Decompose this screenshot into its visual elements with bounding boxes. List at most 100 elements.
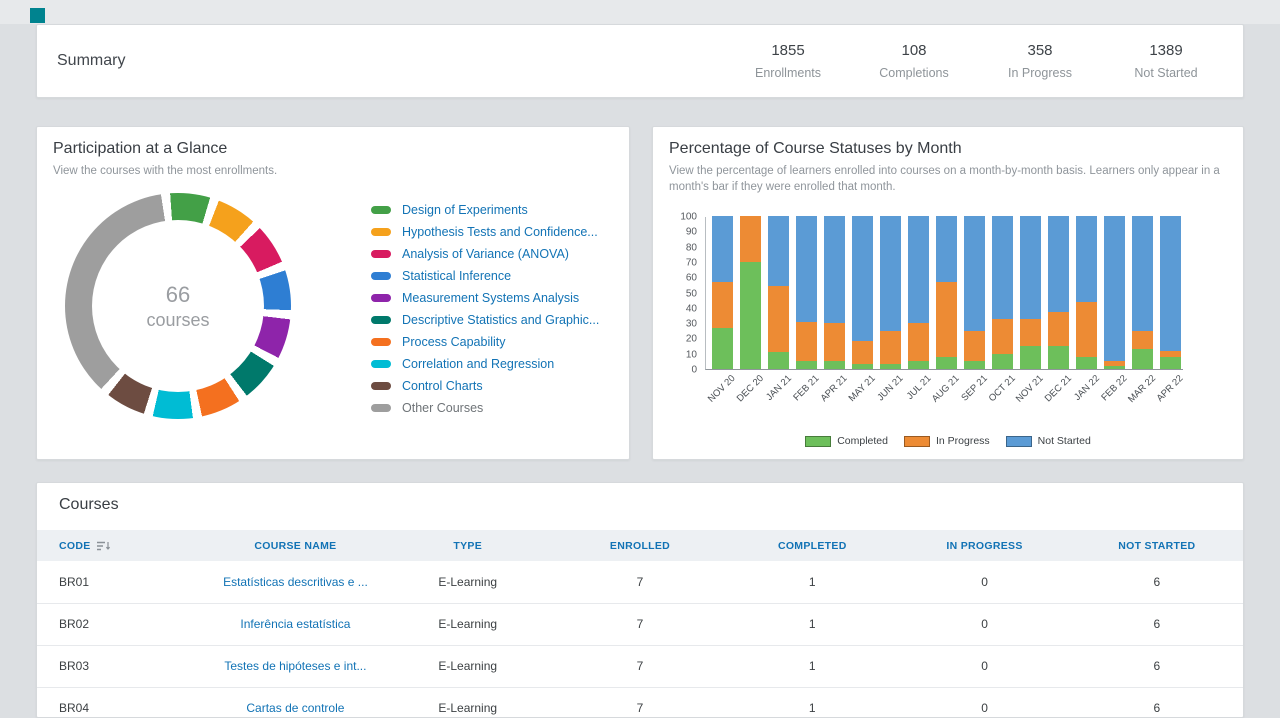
x-axis-label: APR 22	[1155, 373, 1186, 404]
app-logo[interactable]	[30, 8, 45, 23]
x-axis-label: JUL 21	[905, 373, 934, 402]
bar-may-21[interactable]: MAY 21	[852, 216, 873, 369]
courses-card: Courses CODECOURSE NAMETYPEENROLLEDCOMPL…	[36, 482, 1244, 718]
bar-segment-not-started	[768, 216, 789, 286]
course-in-progress: 0	[898, 645, 1070, 687]
legend-label: Process Capability	[402, 335, 506, 349]
donut-legend-item[interactable]: Descriptive Statistics and Graphic...	[371, 313, 599, 327]
course-name-link[interactable]: Estatísticas descritivas e ...	[209, 561, 381, 603]
column-header-in-progress[interactable]: IN PROGRESS	[898, 530, 1070, 561]
legend-label: Completed	[837, 435, 888, 447]
bar-segment-not-started	[1020, 216, 1041, 319]
legend-label: Control Charts	[402, 379, 483, 393]
bar-segment-in-progress	[1020, 319, 1041, 347]
column-header-completed[interactable]: COMPLETED	[726, 530, 898, 561]
bar-apr-22[interactable]: APR 22	[1160, 216, 1181, 369]
bar-nov-21[interactable]: NOV 21	[1020, 216, 1041, 369]
bar-nov-20[interactable]: NOV 20	[712, 216, 733, 369]
course-not-started: 6	[1071, 645, 1243, 687]
donut-legend-item[interactable]: Correlation and Regression	[371, 357, 599, 371]
bar-segment-in-progress	[740, 216, 761, 262]
stat-value: 108	[851, 42, 977, 59]
stat-label: In Progress	[977, 66, 1103, 80]
bar-segment-not-started	[880, 216, 901, 331]
bar-dec-20[interactable]: DEC 20	[740, 216, 761, 369]
bar-segment-not-started	[824, 216, 845, 323]
bar-legend-item[interactable]: Completed	[805, 435, 888, 447]
bar-segment-in-progress	[964, 331, 985, 362]
bar-chart: NOV 20 DEC 20 JAN 21 FEB 21 APR 21 MAY 21 JUN …	[705, 217, 1183, 370]
legend-label: Design of Experiments	[402, 203, 528, 217]
donut-legend-item[interactable]: Other Courses	[371, 401, 599, 415]
legend-swatch	[371, 294, 391, 302]
bar-segment-completed	[964, 361, 985, 369]
course-name-link[interactable]: Testes de hipóteses e int...	[209, 645, 381, 687]
participation-card: Participation at a Glance View the cours…	[36, 126, 630, 460]
column-header-type[interactable]: TYPE	[382, 530, 554, 561]
bar-mar-22[interactable]: MAR 22	[1132, 216, 1153, 369]
donut-legend-item[interactable]: Measurement Systems Analysis	[371, 291, 599, 305]
bar-apr-21[interactable]: APR 21	[824, 216, 845, 369]
bar-jun-21[interactable]: JUN 21	[880, 216, 901, 369]
donut-chart[interactable]: 66 courses	[65, 193, 291, 419]
donut-legend-item[interactable]: Analysis of Variance (ANOVA)	[371, 247, 599, 261]
bar-dec-21[interactable]: DEC 21	[1048, 216, 1069, 369]
legend-swatch	[805, 436, 831, 447]
x-axis-label: JAN 22	[1072, 373, 1102, 403]
y-axis-tick: 80	[686, 242, 697, 253]
legend-swatch	[371, 250, 391, 258]
bar-feb-22[interactable]: FEB 22	[1104, 216, 1125, 369]
bar-segment-completed	[1160, 357, 1181, 369]
course-name-link[interactable]: Inferência estatística	[209, 603, 381, 645]
donut-legend-item[interactable]: Statistical Inference	[371, 269, 599, 283]
column-header-code[interactable]: CODE	[37, 530, 209, 561]
bar-feb-21[interactable]: FEB 21	[796, 216, 817, 369]
x-axis-label: SEP 21	[959, 373, 989, 403]
bar-jan-22[interactable]: JAN 22	[1076, 216, 1097, 369]
x-axis-label: DEC 20	[734, 373, 765, 404]
stat-completions: 108 Completions	[851, 42, 977, 80]
legend-swatch	[371, 360, 391, 368]
dashboard-page: Summary 1855 Enrollments 108 Completions…	[0, 0, 1280, 718]
legend-swatch	[1006, 436, 1032, 447]
course-in-progress: 0	[898, 687, 1070, 718]
bar-segment-not-started	[1104, 216, 1125, 361]
participation-title: Participation at a Glance	[53, 140, 227, 158]
summary-stats: 1855 Enrollments 108 Completions 358 In …	[725, 25, 1229, 97]
bar-aug-21[interactable]: AUG 21	[936, 216, 957, 369]
donut-legend-item[interactable]: Hypothesis Tests and Confidence...	[371, 225, 599, 239]
sort-icon[interactable]	[97, 541, 110, 551]
bar-segment-not-started	[936, 216, 957, 282]
bar-segment-not-started	[964, 216, 985, 331]
bar-sep-21[interactable]: SEP 21	[964, 216, 985, 369]
bar-legend-item[interactable]: In Progress	[904, 435, 990, 447]
legend-swatch	[904, 436, 930, 447]
donut-legend-item[interactable]: Design of Experiments	[371, 203, 599, 217]
y-axis-tick: 10	[686, 349, 697, 360]
y-axis-tick: 0	[691, 365, 697, 376]
x-axis-label: APR 21	[819, 373, 850, 404]
bar-segment-completed	[936, 357, 957, 369]
course-completed: 1	[726, 687, 898, 718]
donut-legend-item[interactable]: Control Charts	[371, 379, 599, 393]
y-axis-tick: 30	[686, 319, 697, 330]
bar-segment-completed	[824, 361, 845, 369]
bar-segment-not-started	[852, 216, 873, 341]
donut-legend-item[interactable]: Process Capability	[371, 335, 599, 349]
bar-segment-completed	[992, 354, 1013, 369]
column-header-not-started[interactable]: NOT STARTED	[1071, 530, 1243, 561]
legend-label: Descriptive Statistics and Graphic...	[402, 313, 599, 327]
course-completed: 1	[726, 645, 898, 687]
courses-title: Courses	[59, 496, 119, 514]
bar-segment-completed	[852, 364, 873, 369]
bar-segment-in-progress	[992, 319, 1013, 354]
bar-segment-completed	[908, 361, 929, 369]
column-header-course-name[interactable]: COURSE NAME	[209, 530, 381, 561]
participation-subtitle: View the courses with the most enrollmen…	[53, 164, 277, 180]
bar-jan-21[interactable]: JAN 21	[768, 216, 789, 369]
course-name-link[interactable]: Cartas de controle	[209, 687, 381, 718]
column-header-enrolled[interactable]: ENROLLED	[554, 530, 726, 561]
bar-jul-21[interactable]: JUL 21	[908, 216, 929, 369]
bar-oct-21[interactable]: OCT 21	[992, 216, 1013, 369]
bar-legend-item[interactable]: Not Started	[1006, 435, 1091, 447]
